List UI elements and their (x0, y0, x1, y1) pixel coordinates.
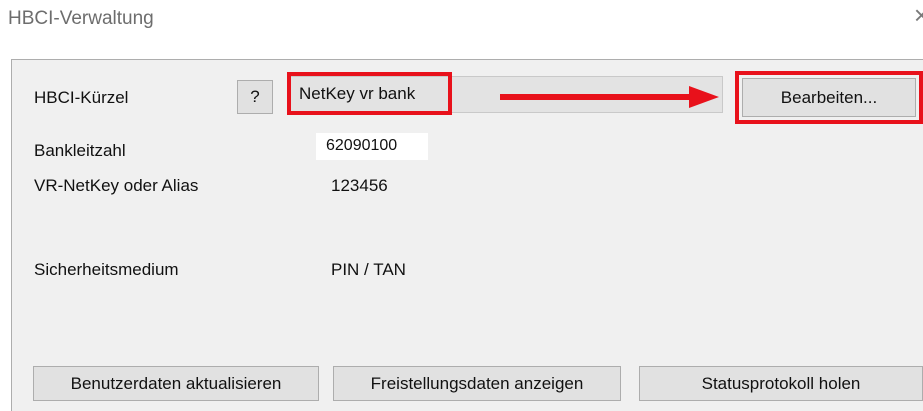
netkey-alias-value: 123456 (331, 176, 388, 195)
get-status-log-button[interactable]: Statusprotokoll holen (639, 366, 923, 401)
edit-button[interactable]: Bearbeiten... (742, 78, 916, 117)
hbci-kuerzel-value: NetKey vr bank (299, 84, 416, 103)
security-medium-label: Sicherheitsmedium (34, 260, 179, 279)
security-medium-value: PIN / TAN (331, 260, 406, 279)
show-exemption-data-button[interactable]: Freistellungsdaten anzeigen (333, 366, 621, 401)
hbci-kuerzel-selector[interactable]: NetKey vr bank (290, 76, 723, 113)
bank-code-label: Bankleitzahl (34, 141, 126, 160)
title-bar: HBCI-Verwaltung × (0, 0, 923, 40)
netkey-alias-label: VR-NetKey oder Alias (34, 176, 199, 195)
hbci-kuerzel-label: HBCI-Kürzel (34, 88, 129, 107)
update-user-data-button[interactable]: Benutzerdaten aktualisieren (33, 366, 319, 401)
bank-code-value: 62090100 (326, 137, 398, 154)
window-title: HBCI-Verwaltung (8, 8, 154, 29)
help-button[interactable]: ? (237, 80, 273, 114)
close-icon[interactable]: × (914, 2, 923, 28)
